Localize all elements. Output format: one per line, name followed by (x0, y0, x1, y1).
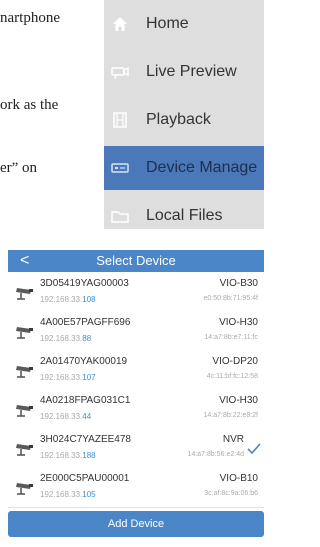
device-row[interactable]: 3D05419YAG00003 192.168.33.108 VIO-B30 e0:5… (8, 273, 264, 313)
menu-label-device-manage: Device Manage (146, 159, 258, 176)
device-model: VIO-H30 (219, 395, 258, 406)
device-ip-prefix: 192.168.33. (40, 373, 83, 382)
doc-line-2: ork as the (0, 97, 59, 113)
camera-device-icon (14, 285, 36, 301)
device-mac: 14:a7:8b:56:e2:4d (187, 451, 244, 458)
device-mac: 14:a7:8b:e7:11:fc (204, 334, 258, 341)
device-row[interactable]: 4A0218FPAG031C1 192.168.33.44 VIO-H30 14:a7… (8, 390, 264, 430)
menu-item-home[interactable]: Home (104, 2, 264, 46)
device-ip-prefix: 192.168.33. (40, 451, 83, 460)
device-mac: e0:50:8b:71:95:4f (203, 295, 259, 302)
device-model: NVR (222, 434, 244, 445)
device-ip: 192.168.33.107 (40, 373, 96, 382)
menu-label-home: Home (146, 15, 189, 32)
device-model: VIO-B10 (219, 473, 258, 484)
folder-icon (110, 206, 130, 226)
add-device-button[interactable]: Add Device (8, 511, 264, 537)
camera-device-icon (14, 441, 36, 457)
page-title: Select Device (96, 253, 176, 268)
doc-line-3: er” on (0, 160, 38, 176)
camera-device-icon (14, 324, 36, 340)
home-icon (110, 14, 130, 34)
device-serial: 4A00E57PAGFF696 (40, 317, 131, 328)
menu-label-live-preview: Live Preview (146, 63, 237, 80)
device-ip-suffix: 105 (82, 490, 96, 499)
device-row[interactable]: 2E000C5PAU00001 192.168.33.105 VIO-B10 3c:a… (8, 468, 264, 508)
device-ip: 192.168.33.108 (40, 295, 96, 304)
device-serial: 3D05419YAG00003 (40, 278, 129, 289)
menu-label-local-files: Local Files (146, 207, 223, 224)
camera-device-icon (14, 480, 36, 496)
device-ip-suffix: 107 (82, 373, 96, 382)
camera-device-icon (14, 363, 36, 379)
select-device-topbar: < Select Device (8, 250, 264, 272)
device-icon (110, 158, 130, 178)
menu-label-playback: Playback (146, 111, 211, 128)
device-model: VIO-B30 (219, 278, 258, 289)
device-ip: 192.168.33.188 (40, 451, 96, 460)
side-menu: Home Live Preview Playback Device Manage… (104, 0, 264, 229)
device-serial: 2E000C5PAU00001 (40, 473, 130, 484)
device-ip-suffix: 188 (82, 451, 96, 460)
device-ip-suffix: 108 (82, 295, 96, 304)
device-model: VIO-H30 (219, 317, 258, 328)
film-icon (110, 110, 130, 130)
device-ip: 192.168.33.44 (40, 412, 91, 421)
device-ip: 192.168.33.88 (40, 334, 91, 343)
menu-item-local-files[interactable]: Local Files (104, 194, 264, 229)
device-row[interactable]: 4A00E57PAGFF696 192.168.33.88 VIO-H30 14:a7… (8, 312, 264, 352)
device-serial: 4A0218FPAG031C1 (40, 395, 131, 406)
device-serial: 3H024C7YAZEE478 (40, 434, 131, 445)
select-device-screen: < Select Device 3D05419YAG00003 192.168.3… (0, 229, 264, 547)
device-ip-prefix: 192.168.33. (40, 295, 83, 304)
device-mac: 4c:11:bf:fc:12:58 (206, 373, 258, 380)
device-mac: 14:a7:8b:22:e8:2f (203, 412, 259, 419)
device-row[interactable]: 3H024C7YAZEE478 192.168.33.188 NVR 14:a7:8b… (8, 429, 264, 469)
device-model: VIO-DP20 (212, 356, 258, 367)
doc-line-1: nartphone (0, 10, 60, 26)
check-icon (247, 442, 261, 455)
device-row[interactable]: 2A01470YAK00019 192.168.33.107 VIO-DP20 4c:… (8, 351, 264, 391)
menu-item-device-manage[interactable]: Device Manage (104, 146, 264, 190)
device-ip-suffix: 88 (82, 334, 92, 343)
device-ip-suffix: 44 (82, 412, 92, 421)
device-ip: 192.168.33.105 (40, 490, 96, 499)
menu-item-live-preview[interactable]: Live Preview (104, 50, 264, 94)
device-ip-prefix: 192.168.33. (40, 412, 83, 421)
device-ip-prefix: 192.168.33. (40, 490, 83, 499)
device-ip-prefix: 192.168.33. (40, 334, 83, 343)
device-serial: 2A01470YAK00019 (40, 356, 128, 367)
device-mac: 3c:af:8c:9a:06:b6 (204, 490, 258, 497)
camera-icon (110, 62, 130, 82)
menu-item-playback[interactable]: Playback (104, 98, 264, 142)
camera-device-icon (14, 402, 36, 418)
